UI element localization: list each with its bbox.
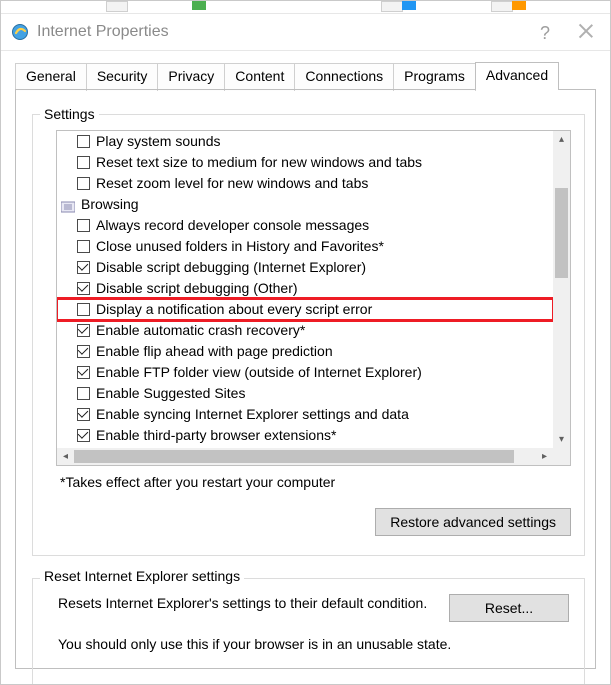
tab-connections[interactable]: Connections [294, 63, 394, 91]
reset-warning: You should only use this if your browser… [34, 632, 583, 662]
tab-security[interactable]: Security [86, 63, 159, 91]
setting-label: Enable flip ahead with page prediction [96, 342, 333, 361]
tab-strip: General Security Privacy Content Connect… [1, 51, 610, 89]
setting-label: Disable script debugging (Other) [96, 279, 298, 298]
setting-item[interactable]: Close unused folders in History and Favo… [57, 236, 553, 257]
scroll-down-icon[interactable]: ▾ [553, 431, 570, 448]
horizontal-scroll-track[interactable] [74, 448, 536, 465]
setting-label: Enable syncing Internet Explorer setting… [96, 405, 409, 424]
window-title: Internet Properties [37, 23, 169, 41]
reset-button[interactable]: Reset... [449, 594, 569, 622]
checkbox[interactable] [77, 219, 90, 232]
settings-group-label: Settings [40, 106, 99, 122]
close-icon[interactable] [576, 22, 594, 40]
scroll-right-icon[interactable]: ▸ [536, 448, 553, 465]
vertical-scrollbar[interactable]: ▴ ▾ [553, 131, 570, 448]
setting-label: Reset zoom level for new windows and tab… [96, 174, 368, 193]
setting-item[interactable]: Enable flip ahead with page prediction [57, 341, 553, 362]
setting-item[interactable]: Enable Suggested Sites [57, 383, 553, 404]
setting-item[interactable]: Always record developer console messages [57, 215, 553, 236]
help-icon[interactable]: ? [540, 23, 550, 44]
setting-item[interactable]: Enable syncing Internet Explorer setting… [57, 404, 553, 425]
vertical-scroll-thumb[interactable] [555, 188, 568, 278]
setting-item[interactable]: Play system sounds [57, 131, 553, 152]
restore-advanced-settings-button[interactable]: Restore advanced settings [375, 508, 571, 536]
checkbox[interactable] [77, 303, 90, 316]
checkbox[interactable] [77, 345, 90, 358]
horizontal-scroll-thumb[interactable] [74, 450, 514, 463]
reset-description: Resets Internet Explorer's settings to t… [58, 594, 431, 613]
setting-label: Display a notification about every scrip… [96, 300, 372, 319]
settings-listbox[interactable]: Play system sounds Reset text size to med… [56, 130, 571, 466]
setting-item[interactable]: Reset zoom level for new windows and tab… [57, 173, 553, 194]
setting-item[interactable]: Enable FTP folder view (outside of Inter… [57, 362, 553, 383]
tab-privacy[interactable]: Privacy [157, 63, 225, 91]
setting-item[interactable]: Enable automatic crash recovery* [57, 320, 553, 341]
setting-item[interactable]: Disable script debugging (Internet Explo… [57, 257, 553, 278]
checkbox[interactable] [77, 261, 90, 274]
checkbox[interactable] [77, 408, 90, 421]
tab-general[interactable]: General [15, 63, 87, 91]
tree-group-label: Browsing [81, 195, 139, 214]
settings-group: Settings Play system sounds Reset text si… [32, 106, 585, 556]
tab-programs[interactable]: Programs [393, 63, 476, 91]
tab-advanced[interactable]: Advanced [475, 62, 559, 90]
category-icon [61, 199, 75, 211]
setting-label: Play system sounds [96, 132, 221, 151]
horizontal-scrollbar[interactable]: ◂ ▸ [57, 448, 570, 465]
setting-item[interactable]: Reset text size to medium for new window… [57, 152, 553, 173]
vertical-scroll-track[interactable] [553, 148, 570, 431]
scroll-left-icon[interactable]: ◂ [57, 448, 74, 465]
reset-group: Reset Internet Explorer settings Resets … [32, 568, 585, 685]
setting-label: Reset text size to medium for new window… [96, 153, 422, 172]
checkbox[interactable] [77, 135, 90, 148]
setting-label: Always record developer console messages [96, 216, 369, 235]
setting-label: Enable automatic crash recovery* [96, 321, 305, 340]
setting-label: Enable Suggested Sites [96, 384, 245, 403]
checkbox[interactable] [77, 387, 90, 400]
checkbox[interactable] [77, 156, 90, 169]
tab-panel-advanced: Settings Play system sounds Reset text si… [15, 89, 596, 669]
setting-label: Enable third-party browser extensions* [96, 426, 336, 445]
setting-item[interactable]: Display a notification about every scrip… [57, 299, 553, 320]
setting-item[interactable]: Enable third-party browser extensions* [57, 425, 553, 446]
setting-label: Disable script debugging (Internet Explo… [96, 258, 366, 277]
title-bar: Internet Properties ? [1, 14, 610, 51]
tree-group-browsing: Browsing [57, 194, 553, 215]
checkbox[interactable] [77, 282, 90, 295]
checkbox[interactable] [77, 429, 90, 442]
internet-properties-window: Internet Properties ? General Security P… [0, 0, 611, 685]
setting-label: Close unused folders in History and Favo… [96, 237, 384, 256]
checkbox[interactable] [77, 240, 90, 253]
background-apps-strip [1, 1, 610, 14]
checkbox[interactable] [77, 324, 90, 337]
internet-options-icon [11, 23, 29, 41]
scroll-up-icon[interactable]: ▴ [553, 131, 570, 148]
setting-item[interactable]: Disable script debugging (Other) [57, 278, 553, 299]
checkbox[interactable] [77, 177, 90, 190]
setting-label: Enable FTP folder view (outside of Inter… [96, 363, 422, 382]
settings-footnote: *Takes effect after you restart your com… [60, 474, 583, 490]
checkbox[interactable] [77, 366, 90, 379]
tab-content[interactable]: Content [224, 63, 295, 91]
reset-group-label: Reset Internet Explorer settings [40, 568, 244, 584]
